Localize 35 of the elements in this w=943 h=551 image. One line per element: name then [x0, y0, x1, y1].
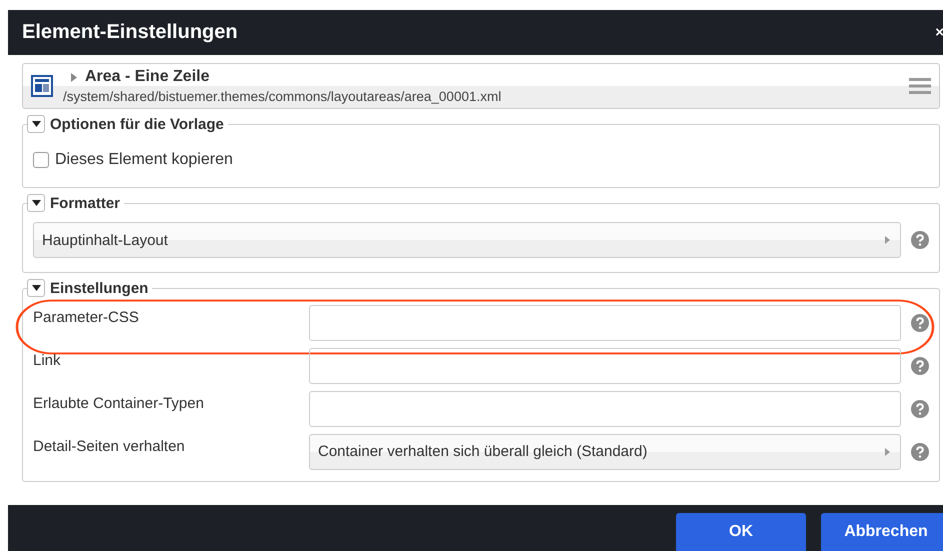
- collapse-toggle[interactable]: [27, 279, 45, 297]
- field-label: Erlaubte Container-Typen: [33, 394, 205, 412]
- input-field[interactable]: [309, 304, 901, 340]
- layout-icon: [31, 75, 53, 97]
- caret-icon: [32, 200, 40, 206]
- caret-icon: [885, 448, 890, 456]
- expand-arrow-icon[interactable]: [71, 72, 77, 82]
- input-field[interactable]: [309, 390, 901, 426]
- help-icon[interactable]: [911, 231, 929, 249]
- field-label: Link: [33, 351, 62, 369]
- help-icon[interactable]: [911, 356, 929, 374]
- select-field[interactable]: Hauptinhalt-Layout: [33, 222, 901, 258]
- group-title: Einstellungen: [50, 280, 148, 296]
- field-label: Detail-Seiten verhalten: [33, 437, 186, 455]
- group-title: Formatter: [50, 194, 120, 212]
- group-title: Optionen für die Vorlage: [50, 116, 224, 132]
- resource-path: /system/shared/bistuemer.themes/commons/layoutareas/area_00001.xml: [63, 89, 502, 104]
- caret-icon: [32, 121, 40, 127]
- help-icon[interactable]: [911, 400, 929, 418]
- collapse-toggle[interactable]: [27, 115, 45, 133]
- field-label: Parameter-CSS: [33, 308, 140, 326]
- resource-title: Area - Eine Zeile: [85, 68, 210, 86]
- close-button[interactable]: ×: [935, 24, 943, 41]
- select-field[interactable]: Container verhalten sich überall gleich (Standard): [309, 434, 901, 470]
- collapse-toggle[interactable]: [27, 194, 45, 212]
- caret-icon: [885, 236, 890, 244]
- dialog-button[interactable]: Abbrechen: [821, 513, 943, 551]
- help-icon[interactable]: [911, 442, 929, 460]
- copy-checkbox[interactable]: Dieses Element kopieren: [33, 143, 233, 173]
- dialog-button[interactable]: OK: [676, 513, 806, 551]
- help-icon[interactable]: [911, 314, 929, 332]
- menu-icon[interactable]: [909, 77, 931, 95]
- caret-icon: [32, 285, 40, 291]
- window-title: Element-Einstellungen: [22, 21, 238, 44]
- input-field[interactable]: [309, 348, 901, 384]
